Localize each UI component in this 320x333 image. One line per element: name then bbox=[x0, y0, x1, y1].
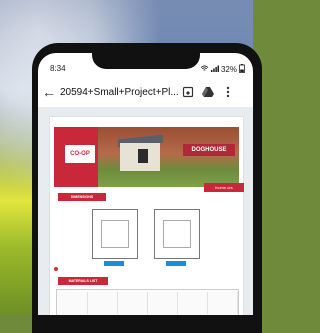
page-marker bbox=[54, 267, 58, 271]
battery-icon bbox=[239, 64, 245, 75]
wifi-icon bbox=[200, 65, 209, 74]
materials-col bbox=[117, 292, 148, 314]
side-view-tag bbox=[166, 261, 186, 266]
materials-list-title: MATERIALS LIST bbox=[58, 277, 108, 285]
more-vert-icon[interactable] bbox=[218, 82, 238, 102]
document-title: 20594+Small+Project+Pl... bbox=[60, 86, 178, 98]
signal-icon bbox=[210, 65, 219, 74]
arrow-left-icon[interactable]: ← bbox=[38, 84, 60, 100]
drive-icon[interactable] bbox=[198, 82, 218, 102]
status-bar: 8:34 32% bbox=[38, 53, 253, 77]
status-time: 8:34 bbox=[50, 64, 66, 73]
front-elevation-drawing bbox=[92, 209, 138, 259]
doghouse-door bbox=[138, 149, 148, 163]
status-right: 32% bbox=[200, 64, 245, 75]
materials-col bbox=[177, 292, 208, 314]
save-icon[interactable] bbox=[178, 82, 198, 102]
app-bar: ← 20594+Small+Project+Pl... bbox=[38, 79, 253, 105]
coop-logo: CO-OP bbox=[63, 143, 97, 165]
pdf-page: CO-OP DOGHOUSE fcome.ors DIMENSIONS MATE… bbox=[50, 117, 244, 315]
phone-screen: 8:34 32% ← 20594+Small+Project+Pl... CO-… bbox=[38, 53, 253, 315]
materials-col bbox=[147, 292, 178, 314]
materials-col bbox=[207, 292, 238, 314]
pdf-viewer[interactable]: CO-OP DOGHOUSE fcome.ors DIMENSIONS MATE… bbox=[38, 107, 253, 315]
battery-text: 32% bbox=[220, 65, 237, 74]
website-label: fcome.ors bbox=[204, 183, 244, 192]
materials-table bbox=[56, 289, 239, 315]
doghouse-photo bbox=[98, 127, 239, 187]
front-view-tag bbox=[104, 261, 124, 266]
hero-banner: CO-OP DOGHOUSE fcome.ors bbox=[54, 127, 244, 192]
product-title: DOGHOUSE bbox=[183, 144, 235, 156]
materials-col bbox=[87, 292, 118, 314]
dimensions-section-title: DIMENSIONS bbox=[58, 193, 106, 201]
materials-col bbox=[57, 292, 88, 314]
side-elevation-drawing bbox=[154, 209, 200, 259]
